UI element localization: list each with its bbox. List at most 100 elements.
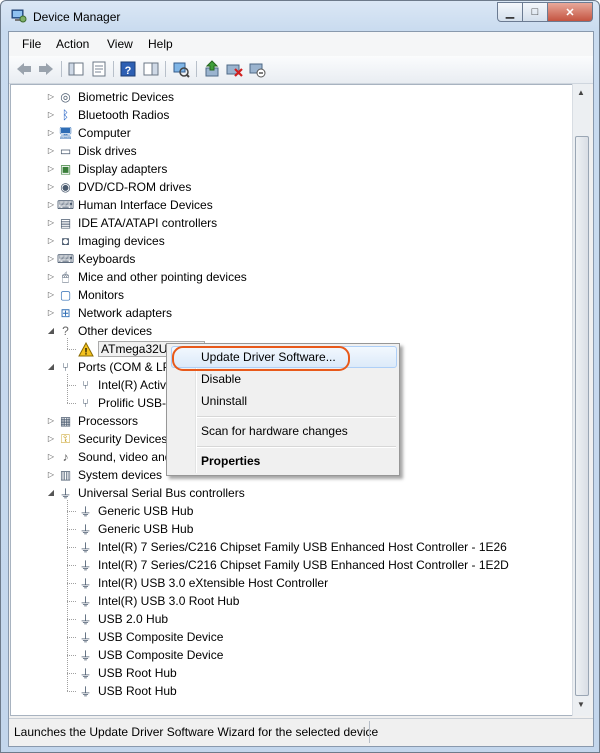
- ctx-uninstall[interactable]: Uninstall: [201, 394, 247, 408]
- tree-category-cat6[interactable]: ⌨ Human Interface Devices: [57, 196, 213, 214]
- scrollbar-thumb[interactable]: [575, 136, 589, 696]
- tree-device-usb2[interactable]: ⏚ Intel(R) 7 Series/C216 Chipset Family U…: [77, 538, 506, 556]
- tree-category-more3[interactable]: ▥ System devices: [57, 466, 162, 484]
- tree-connector-line: [67, 385, 76, 386]
- menu-view[interactable]: View: [107, 37, 133, 51]
- tree-category-cat1[interactable]: ᛒ Bluetooth Radios: [57, 106, 170, 124]
- tree-node-label: Processors: [78, 414, 139, 428]
- processor-icon: ▦: [59, 414, 72, 428]
- help-icon[interactable]: ?: [119, 60, 137, 78]
- usb-icon: ⏚: [79, 504, 92, 519]
- tree-node-label: Generic USB Hub: [98, 504, 194, 518]
- expand-arrow-icon[interactable]: ▷: [46, 308, 56, 318]
- vertical-scrollbar[interactable]: ▲ ▼: [572, 84, 590, 716]
- expand-arrow-icon[interactable]: ▷: [46, 470, 56, 480]
- expand-arrow-icon[interactable]: ▷: [46, 254, 56, 264]
- update-driver-icon[interactable]: [203, 60, 221, 78]
- tree-category-cat8[interactable]: ◘ Imaging devices: [57, 232, 165, 250]
- expand-arrow-icon[interactable]: ▷: [46, 146, 56, 156]
- mouse-icon: 🖱: [61, 269, 70, 284]
- expand-arrow-icon[interactable]: ▷: [46, 182, 56, 192]
- keyboard-icon: ⌨: [56, 252, 75, 266]
- tree-connector-line: [67, 500, 68, 691]
- tree-category-usb[interactable]: ⏚ Universal Serial Bus controllers: [57, 484, 244, 502]
- tree-device-usb0[interactable]: ⏚ Generic USB Hub: [77, 502, 193, 520]
- expand-arrow-icon[interactable]: ▷: [46, 272, 56, 282]
- forward-icon[interactable]: [37, 60, 55, 78]
- tree-connector-line: [67, 349, 76, 350]
- menu-file[interactable]: File: [22, 37, 41, 51]
- toolbar: ?: [9, 56, 593, 84]
- tree-node-label: Security Devices: [78, 432, 168, 446]
- tree-node-label: System devices: [78, 468, 163, 482]
- tree-device-usb9[interactable]: ⏚ USB Root Hub: [77, 664, 176, 682]
- expand-arrow-icon[interactable]: ▷: [46, 200, 56, 210]
- back-icon[interactable]: [15, 60, 33, 78]
- maximize-button[interactable]: □: [523, 2, 548, 22]
- menu-help[interactable]: Help: [148, 37, 173, 51]
- tree-device-usb8[interactable]: ⏚ USB Composite Device: [77, 646, 223, 664]
- tree-device-usb5[interactable]: ⏚ Intel(R) USB 3.0 Root Hub: [77, 592, 239, 610]
- tree-node-label: IDE ATA/ATAPI controllers: [78, 216, 218, 230]
- expand-arrow-icon[interactable]: ▷: [46, 236, 56, 246]
- ide-controller-icon: ▤: [59, 216, 72, 230]
- expand-arrow-icon[interactable]: ▷: [46, 110, 56, 120]
- disk-drive-icon: ▭: [59, 144, 72, 158]
- tree-category-ports[interactable]: ⑂ Ports (COM & LPT): [57, 358, 182, 376]
- menu-action[interactable]: Action: [56, 37, 89, 51]
- tree-device-usb10[interactable]: ⏚ USB Root Hub: [77, 682, 176, 700]
- scan-hardware-icon[interactable]: [172, 60, 190, 78]
- ctx-properties[interactable]: Properties: [201, 454, 260, 468]
- tree-device-usb4[interactable]: ⏚ Intel(R) USB 3.0 eXtensible Host Contro…: [77, 574, 328, 592]
- expand-arrow-icon[interactable]: ▷: [46, 434, 56, 444]
- tree-category-cat2[interactable]: 🖥 Computer: [57, 124, 131, 142]
- uninstall-icon[interactable]: [225, 60, 243, 78]
- expand-arrow-icon[interactable]: ▷: [46, 128, 56, 138]
- scroll-up-icon[interactable]: ▲: [577, 88, 585, 97]
- scroll-down-icon[interactable]: ▼: [577, 700, 585, 709]
- title-bar[interactable]: Device Manager ▁ □ ✕: [1, 1, 599, 31]
- expand-arrow-icon[interactable]: ▷: [46, 164, 56, 174]
- expand-arrow-icon[interactable]: ▷: [46, 92, 56, 102]
- ctx-disable[interactable]: Disable: [201, 372, 241, 386]
- toolbar-separator: [196, 61, 197, 77]
- tree-category-more1[interactable]: ⚿ Security Devices: [57, 430, 167, 448]
- tree-category-cat12[interactable]: ⊞ Network adapters: [57, 304, 172, 322]
- tree-category-cat4[interactable]: ▣ Display adapters: [57, 160, 168, 178]
- collapse-arrow-icon[interactable]: ◢: [46, 488, 56, 498]
- show-hide-tree-icon[interactable]: [67, 60, 85, 78]
- tree-device-usb6[interactable]: ⏚ USB 2.0 Hub: [77, 610, 168, 628]
- expand-arrow-icon[interactable]: ▷: [46, 218, 56, 228]
- usb-icon: ⏚: [79, 666, 92, 681]
- tree-category-more0[interactable]: ▦ Processors: [57, 412, 138, 430]
- status-text: Launches the Update Driver Software Wiza…: [14, 725, 379, 739]
- ctx-scan-hardware[interactable]: Scan for hardware changes: [201, 424, 348, 438]
- display-adapter-icon: ▣: [59, 162, 72, 176]
- tree-device-usb3[interactable]: ⏚ Intel(R) 7 Series/C216 Chipset Family U…: [77, 556, 508, 574]
- tree-device-usb7[interactable]: ⏚ USB Composite Device: [77, 628, 223, 646]
- tree-category-cat7[interactable]: ▤ IDE ATA/ATAPI controllers: [57, 214, 217, 232]
- tree-node-label: USB 2.0 Hub: [98, 612, 169, 626]
- action-pane-icon[interactable]: [142, 60, 160, 78]
- tree-category-cat11[interactable]: ▢ Monitors: [57, 286, 124, 304]
- disable-icon[interactable]: [248, 60, 266, 78]
- collapse-arrow-icon[interactable]: ◢: [46, 326, 56, 336]
- properties-icon[interactable]: [90, 60, 108, 78]
- tree-connector-line: [67, 511, 76, 512]
- expand-arrow-icon[interactable]: ▷: [46, 452, 56, 462]
- highlight-annotation: [172, 346, 350, 371]
- tree-category-cat10[interactable]: 🖱 Mice and other pointing devices: [57, 268, 247, 286]
- close-button[interactable]: ✕: [548, 2, 593, 22]
- collapse-arrow-icon[interactable]: ◢: [46, 362, 56, 372]
- tree-category-cat13[interactable]: ? Other devices: [57, 322, 152, 340]
- expand-arrow-icon[interactable]: ▷: [46, 416, 56, 426]
- minimize-button[interactable]: ▁: [497, 2, 523, 22]
- tree-category-cat5[interactable]: ◉ DVD/CD-ROM drives: [57, 178, 191, 196]
- tree-category-cat9[interactable]: ⌨ Keyboards: [56, 250, 136, 268]
- tree-node-label: Monitors: [78, 288, 125, 302]
- tree-category-cat0[interactable]: ◎ Biometric Devices: [57, 88, 174, 106]
- tree-category-cat3[interactable]: ▭ Disk drives: [57, 142, 137, 160]
- tree-device-usb1[interactable]: ⏚ Generic USB Hub: [77, 520, 193, 538]
- expand-arrow-icon[interactable]: ▷: [46, 290, 56, 300]
- hid-icon: ⌨: [56, 198, 75, 212]
